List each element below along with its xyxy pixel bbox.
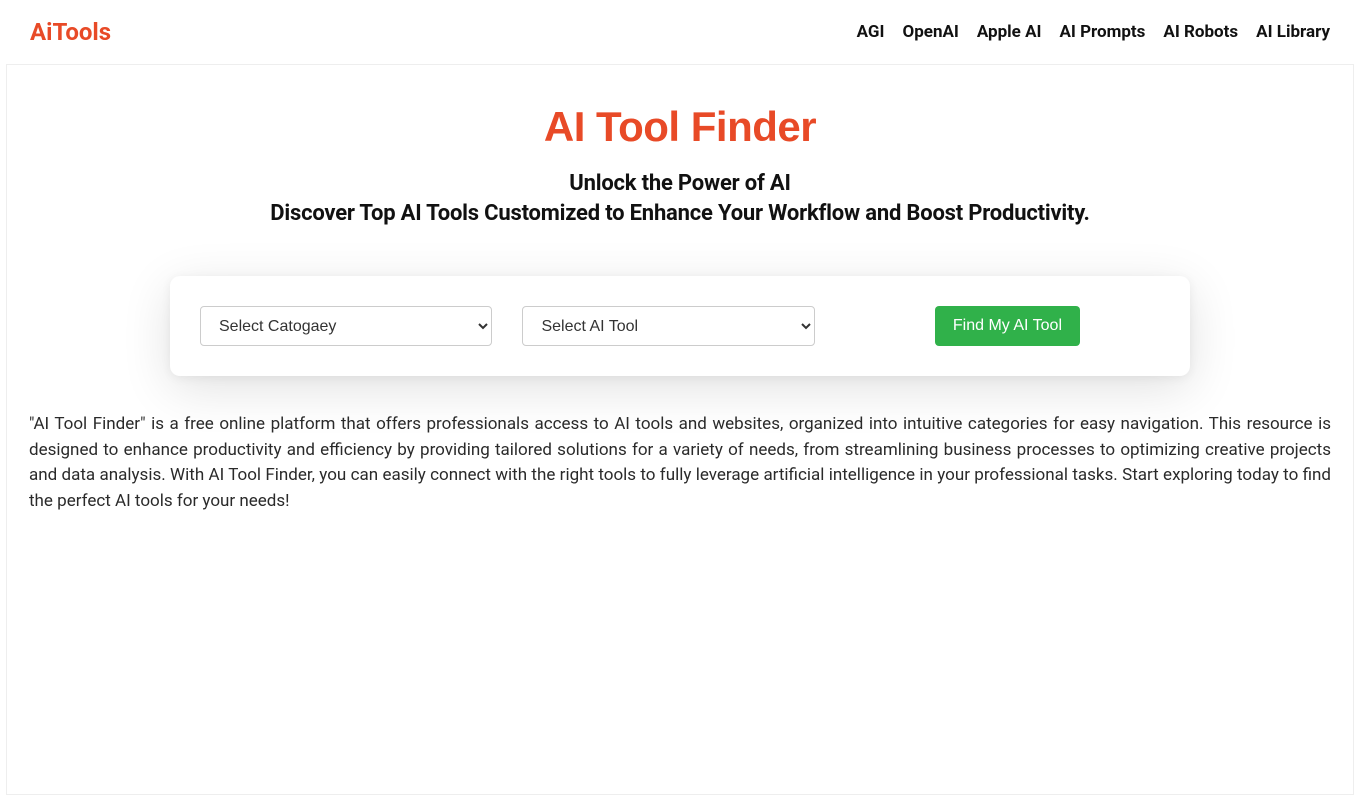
tool-select[interactable]: Select AI Tool bbox=[522, 306, 814, 346]
nav-link-agi[interactable]: AGI bbox=[857, 22, 885, 42]
main-content: AI Tool Finder Unlock the Power of AI Di… bbox=[6, 64, 1354, 795]
nav-link-ai-prompts[interactable]: AI Prompts bbox=[1059, 22, 1145, 42]
nav-link-openai[interactable]: OpenAI bbox=[903, 22, 959, 42]
category-select[interactable]: Select Catogaey bbox=[200, 306, 492, 346]
page-subtitle: Unlock the Power of AI Discover Top AI T… bbox=[7, 169, 1353, 228]
page-title: AI Tool Finder bbox=[7, 103, 1353, 151]
header: AiTools AGI OpenAI Apple AI AI Prompts A… bbox=[0, 0, 1360, 64]
search-card: Select Catogaey Select AI Tool Find My A… bbox=[170, 276, 1190, 376]
tool-select-wrap: Select AI Tool bbox=[522, 306, 814, 346]
category-select-wrap: Select Catogaey bbox=[200, 306, 492, 346]
site-logo[interactable]: AiTools bbox=[30, 18, 111, 46]
description-paragraph: "AI Tool Finder" is a free online platfo… bbox=[29, 412, 1331, 514]
subtitle-line-1: Unlock the Power of AI bbox=[7, 169, 1353, 199]
subtitle-line-2: Discover Top AI Tools Customized to Enha… bbox=[7, 199, 1353, 229]
main-nav: AGI OpenAI Apple AI AI Prompts AI Robots… bbox=[857, 22, 1330, 42]
nav-link-ai-library[interactable]: AI Library bbox=[1256, 22, 1330, 42]
nav-link-ai-robots[interactable]: AI Robots bbox=[1163, 22, 1238, 42]
find-button[interactable]: Find My AI Tool bbox=[935, 306, 1080, 346]
nav-link-apple-ai[interactable]: Apple AI bbox=[977, 22, 1042, 42]
